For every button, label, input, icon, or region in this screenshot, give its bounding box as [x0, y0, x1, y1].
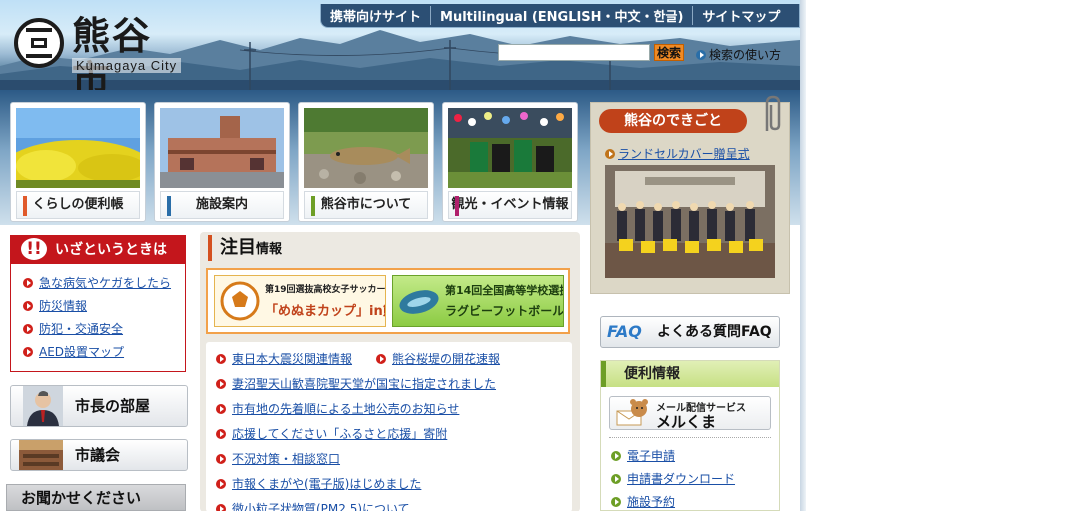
news-item[interactable]: 微小粒子状物質(PM2.5)について [216, 500, 410, 511]
page: 熊谷市 Kumagaya City 携帯向けサイト Multilingual (… [0, 0, 800, 511]
emergency-link-crime-traffic[interactable]: 防犯・交通安全 [23, 320, 123, 337]
category-facilities[interactable]: 施設案内 [154, 102, 290, 222]
faq-label: よくある質問FAQ [657, 324, 772, 340]
city-council-label: 市議会 [75, 446, 121, 464]
city-hall-building-photo [160, 108, 284, 188]
category-tourism-events[interactable]: 観光・イベント情報 [442, 102, 578, 222]
site-logo[interactable]: 熊谷市 Kumagaya City [14, 14, 190, 90]
rugby-ball-icon [399, 290, 439, 314]
exclamation-icon: !! [21, 238, 47, 260]
soccer-tournament-banner[interactable]: 第19回選抜高校女子サッカー大会 「めぬまカップ」in熊谷 [214, 275, 386, 327]
bear-mascot-icon [616, 399, 648, 426]
mobile-site-link[interactable]: 携帯向けサイト [321, 6, 432, 25]
events-link[interactable]: ランドセルカバー贈呈式 [605, 145, 750, 162]
arrow-right-icon [611, 474, 621, 484]
form-download-link[interactable]: 申請書ダウンロード [611, 470, 735, 487]
logo-subtitle: Kumagaya City [72, 58, 182, 73]
category-living-guide[interactable]: くらしの便利帳 [10, 102, 146, 222]
category-label: 観光・イベント情報 [448, 191, 572, 219]
city-council-button[interactable]: 市議会 [10, 439, 188, 471]
news-item[interactable]: 市有地の先着順による土地公売のお知らせ [216, 400, 459, 417]
arrow-right-icon [23, 278, 33, 288]
rugby-banner-line2: ラグビーフットボール大会 [445, 304, 564, 318]
news-list: 東日本大震災関連情報 熊谷桜堤の開花速報 妻沼聖天山歓喜院聖天堂が国宝に指定され… [206, 342, 572, 511]
mayor-room-label: 市長の部屋 [75, 397, 151, 415]
rugby-tournament-banner[interactable]: 第14回全国高等学校選抜 ラグビーフットボール大会 [392, 275, 564, 327]
notice-title: 注目情報 [208, 235, 282, 261]
faq-icon: FAQ [607, 322, 642, 341]
mail-service-button[interactable]: メール配信サービス メルくま [609, 396, 771, 431]
emergency-link-disaster[interactable]: 防災情報 [23, 297, 87, 314]
river-fish-photo [304, 108, 428, 188]
arrow-right-icon [23, 301, 33, 311]
rugby-match-photo [448, 108, 572, 188]
divider [609, 437, 771, 438]
arrow-right-icon [611, 497, 621, 507]
useful-info-box: 便利情報 メール配信サービス メルくま 電子申請 申請書ダウンロード 施設予約 [600, 360, 780, 511]
arrow-right-icon [376, 354, 386, 364]
news-item[interactable]: 妻沼聖天山歓喜院聖天堂が国宝に指定されました [216, 375, 496, 392]
events-title: 熊谷のできごと [599, 109, 747, 133]
site-header: 熊谷市 Kumagaya City 携帯向けサイト Multilingual (… [0, 0, 800, 90]
ceremony-photo[interactable] [605, 165, 775, 278]
sitemap-link[interactable]: サイトマップ [693, 6, 789, 25]
news-item[interactable]: 市報くまがや(電子版)はじめました [216, 475, 421, 492]
search-help-link[interactable]: 検索の使い方 [696, 46, 781, 63]
useful-info-title: 便利情報 [601, 361, 779, 387]
notice-section: 注目情報 第19回選抜高校女子サッカー大会 「めぬまカップ」in熊谷 第14回全… [200, 232, 580, 511]
news-item[interactable]: 熊谷桜堤の開花速報 [376, 350, 500, 367]
logo-name: 熊谷市 [72, 13, 153, 91]
e-application-link[interactable]: 電子申請 [611, 447, 675, 464]
rugby-banner-line1: 第14回全国高等学校選抜 [445, 284, 564, 297]
events-link-label: ランドセルカバー贈呈式 [618, 147, 750, 161]
category-label: くらしの便利帳 [16, 191, 140, 219]
arrow-right-icon [696, 50, 706, 60]
mail-service-name: メルくま [656, 413, 717, 431]
arrow-right-icon [216, 429, 226, 439]
soccer-banner-line2: 「めぬまカップ」in熊谷 [265, 304, 385, 319]
assembly-hall-photo [19, 440, 63, 470]
arrow-right-icon [611, 451, 621, 461]
category-about-city[interactable]: 熊谷市について [298, 102, 434, 222]
news-item[interactable]: 応援してください「ふるさと応援」寄附 [216, 425, 447, 442]
news-item[interactable]: 不況対策・相談窓口 [216, 450, 340, 467]
rapeseed-field-photo [16, 108, 140, 188]
search-input[interactable] [498, 44, 650, 61]
emergency-link-aed-map[interactable]: AED設置マップ [23, 343, 124, 360]
banner-box: 第19回選抜高校女子サッカー大会 「めぬまカップ」in熊谷 第14回全国高等学校… [206, 268, 570, 334]
mayor-portrait-avatar [23, 386, 63, 426]
arrow-right-icon [216, 504, 226, 511]
feedback-button[interactable]: お聞かせください [6, 484, 186, 511]
arrow-right-icon [216, 379, 226, 389]
arrow-right-icon [216, 454, 226, 464]
emergency-title: いざというときは [55, 242, 167, 258]
emergency-header: !! いざというときは [11, 236, 185, 264]
search-help-label: 検索の使い方 [709, 48, 782, 62]
events-panel: 熊谷のできごと ランドセルカバー贈呈式 [590, 95, 790, 294]
emergency-link-illness[interactable]: 急な病気やケガをしたら [23, 274, 171, 291]
arrow-right-icon [605, 149, 615, 159]
arrow-right-icon [23, 324, 33, 334]
soccer-ball-icon [220, 281, 260, 321]
city-emblem-icon [14, 18, 64, 68]
arrow-right-icon [216, 404, 226, 414]
page-edge-shadow [800, 0, 806, 511]
facility-reservation-link[interactable]: 施設予約 [611, 493, 675, 510]
category-label: 施設案内 [160, 191, 284, 219]
paperclip-icon [765, 95, 781, 131]
search-button[interactable]: 検索 [654, 44, 685, 61]
arrow-right-icon [23, 347, 33, 357]
top-navigation: 携帯向けサイト Multilingual (ENGLISH・中文・한글) サイト… [320, 4, 800, 28]
emergency-box: !! いざというときは 急な病気やケガをしたら 防災情報 防犯・交通安全 AED… [10, 235, 186, 372]
category-label: 熊谷市について [304, 191, 428, 219]
arrow-right-icon [216, 479, 226, 489]
arrow-right-icon [216, 354, 226, 364]
multilingual-link[interactable]: Multilingual (ENGLISH・中文・한글) [431, 6, 694, 25]
faq-button[interactable]: FAQ よくある質問FAQ [600, 316, 780, 348]
soccer-banner-line1: 第19回選抜高校女子サッカー大会 [265, 285, 386, 295]
mayor-room-button[interactable]: 市長の部屋 [10, 385, 188, 427]
news-item[interactable]: 東日本大震災関連情報 [216, 350, 352, 367]
